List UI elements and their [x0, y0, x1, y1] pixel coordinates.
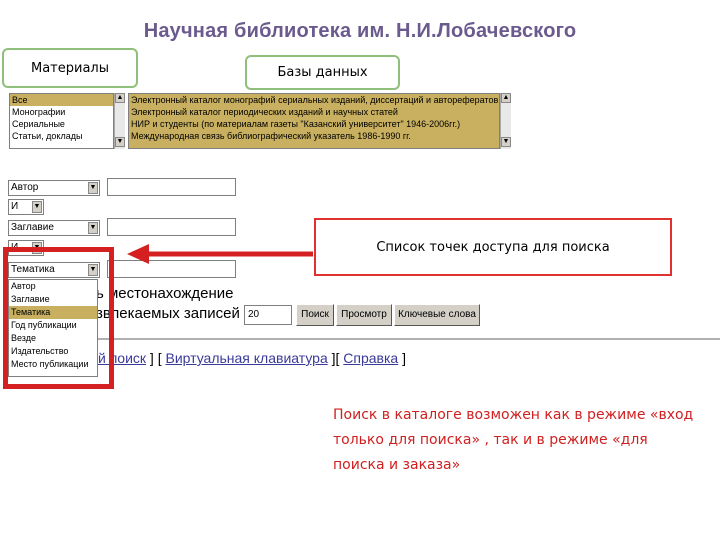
list-item[interactable]: Монографии	[10, 106, 113, 118]
field2-value: Заглавие	[11, 222, 54, 233]
highlight-frame	[3, 247, 114, 389]
list-item[interactable]: Электронный каталог периодических издани…	[129, 106, 499, 118]
view-button[interactable]: Просмотр	[336, 304, 392, 326]
scroll-up-icon[interactable]: ▲	[501, 93, 511, 103]
field1-input[interactable]	[107, 178, 236, 196]
field1-value: Автор	[11, 182, 39, 193]
virtual-keyboard-link[interactable]: Виртуальная клавиатура	[165, 350, 327, 366]
chevron-down-icon[interactable]: ▼	[32, 201, 42, 213]
list-item[interactable]: НИР и студенты (по материалам газеты "Ка…	[129, 118, 499, 130]
list-item[interactable]: Все	[10, 94, 113, 106]
scroll-down-icon[interactable]: ▼	[115, 137, 125, 147]
chevron-down-icon[interactable]: ▼	[88, 182, 98, 194]
list-item[interactable]: Статьи, доклады	[10, 130, 113, 142]
materials-listbox[interactable]: Все Монографии Сериальные Статьи, доклад…	[9, 93, 114, 149]
records-text: звлекаемых записей	[96, 305, 240, 322]
scroll-down-icon[interactable]: ▼	[501, 137, 511, 147]
help-link[interactable]: Справка	[343, 350, 398, 366]
databases-label: Базы данных	[245, 55, 400, 90]
page-title: Научная библиотека им. Н.И.Лобачевского	[143, 20, 577, 42]
field1-select[interactable]: Автор ▼	[8, 180, 100, 196]
records-count-input[interactable]: 20	[244, 305, 292, 325]
databases-scrollbar[interactable]: ▲ ▼	[500, 93, 511, 149]
link-separator: ][	[327, 350, 344, 366]
divider	[96, 338, 720, 340]
link-separator: ] [	[146, 350, 166, 366]
link-separator: ]	[398, 350, 406, 366]
operator-value: И	[11, 201, 19, 212]
materials-scrollbar[interactable]: ▲ ▼	[114, 93, 125, 149]
field2-input[interactable]	[107, 218, 236, 236]
list-item[interactable]: Электронный каталог монографий сериальны…	[129, 94, 499, 106]
scroll-up-icon[interactable]: ▲	[115, 93, 125, 103]
keywords-button[interactable]: Ключевые слова	[394, 304, 480, 326]
search-button[interactable]: Поиск	[296, 304, 334, 326]
databases-listbox[interactable]: Электронный каталог монографий сериальны…	[128, 93, 500, 149]
search-mode-note: Поиск в каталоге возможен как в режиме «…	[333, 407, 694, 473]
location-text: ь местонахождение	[96, 285, 234, 302]
access-points-callout: Список точек доступа для поиска	[314, 218, 672, 276]
materials-label: Материалы	[2, 48, 138, 88]
links-row: й поиск ] [ Виртуальная клавиатура ][ Сп…	[98, 350, 406, 366]
list-item[interactable]: Сериальные	[10, 118, 113, 130]
operator-select[interactable]: И ▼	[8, 199, 44, 215]
arrow-left-icon	[127, 244, 313, 264]
list-item[interactable]: Международная связь библиографический ук…	[129, 130, 499, 142]
field2-select[interactable]: Заглавие ▼	[8, 220, 100, 236]
chevron-down-icon[interactable]: ▼	[88, 222, 98, 234]
